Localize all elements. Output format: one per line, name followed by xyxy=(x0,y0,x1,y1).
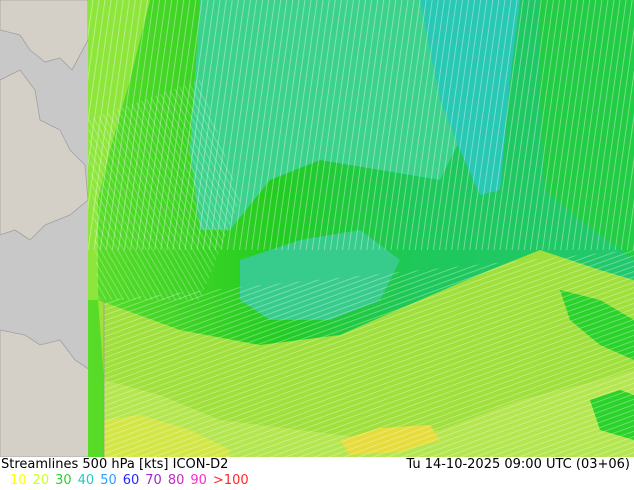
legend-item: 50 xyxy=(100,473,117,488)
legend-item: 10 xyxy=(10,473,27,488)
legend-item: 90 xyxy=(190,473,207,488)
map-footer: Streamlines 500 hPa [kts] ICON-D2 Tu 14-… xyxy=(0,457,634,490)
valid-time: Tu 14-10-2025 09:00 UTC (03+06) xyxy=(406,457,630,472)
legend-item: 80 xyxy=(167,473,185,488)
map-title: Streamlines 500 hPa [kts] ICON-D2 xyxy=(1,457,229,472)
speed-legend: 10 20 30 40 50 60 70 80 90 >100 xyxy=(10,473,255,488)
legend-item: 40 xyxy=(77,473,95,488)
legend-item: 60 xyxy=(122,473,140,488)
legend-item: 20 xyxy=(32,473,50,488)
legend-item: >100 xyxy=(212,473,249,488)
streamline-map xyxy=(0,0,634,457)
legend-item: 30 xyxy=(55,473,72,488)
legend-item: 70 xyxy=(145,473,162,488)
